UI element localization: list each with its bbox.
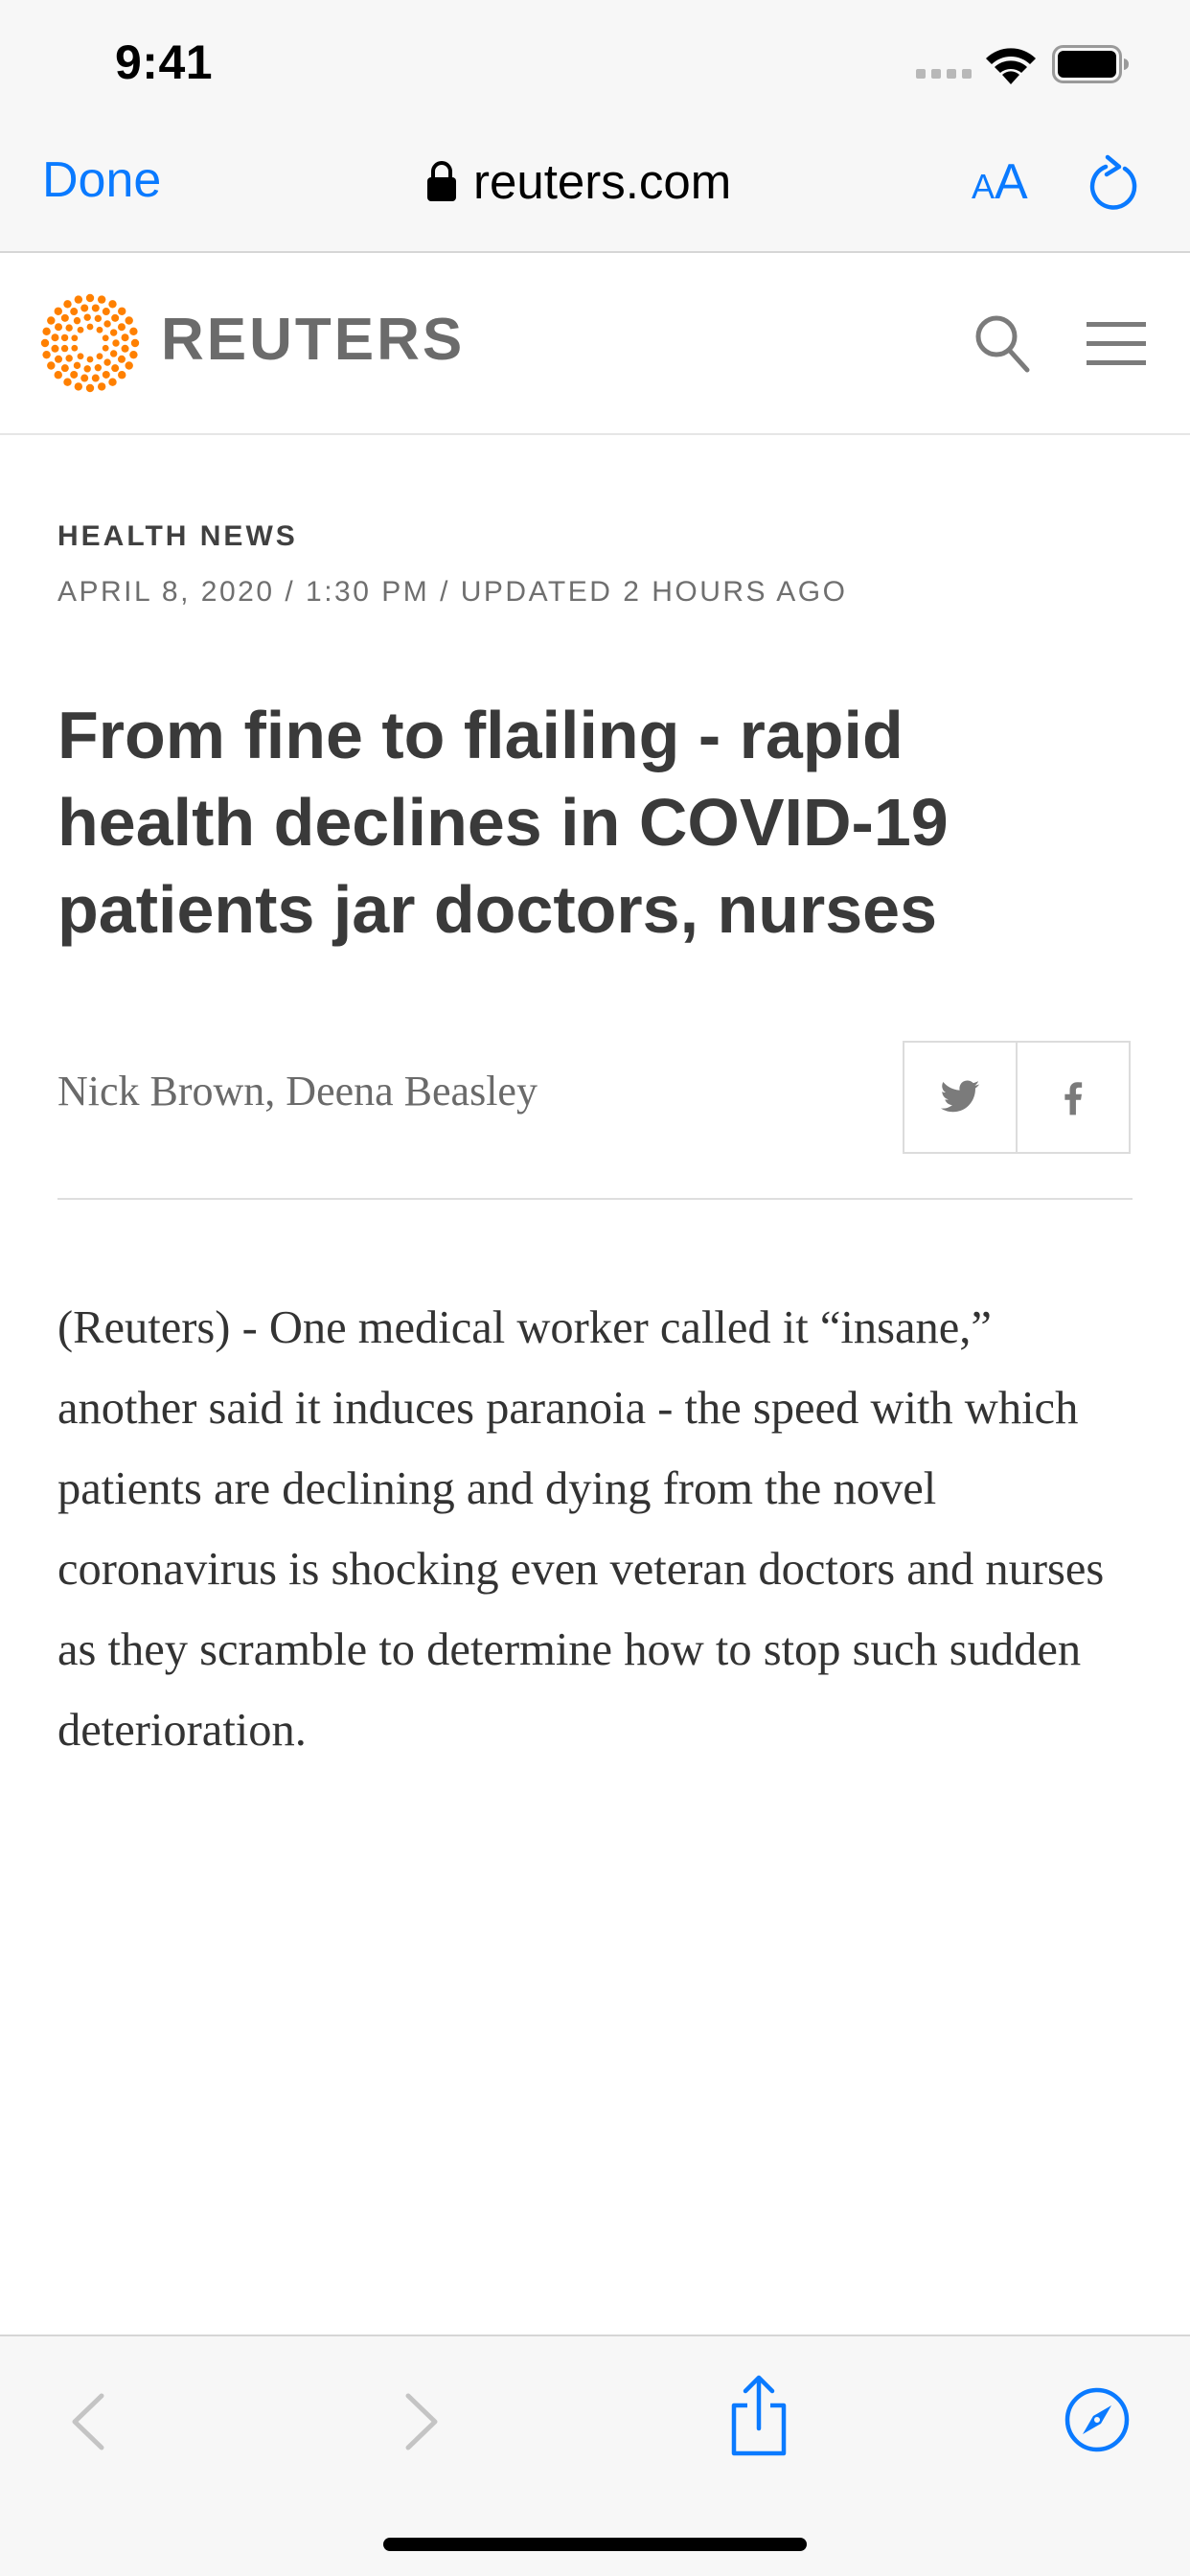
reuters-logo-text[interactable]: REUTERS xyxy=(161,306,465,374)
twitter-icon xyxy=(940,1080,980,1113)
byline[interactable]: Nick Brown, Deena Beasley xyxy=(57,1067,538,1116)
article-divider xyxy=(57,1198,1133,1200)
lock-icon xyxy=(427,161,456,201)
text-size-large-label: A xyxy=(995,154,1028,210)
compass-icon[interactable] xyxy=(1064,2386,1131,2453)
article-body: (Reuters) - One medical worker called it… xyxy=(57,1302,1105,1756)
battery-icon xyxy=(1052,45,1129,83)
back-icon[interactable] xyxy=(67,2392,109,2451)
section-label[interactable]: HEALTH NEWS xyxy=(57,520,298,553)
url-text: reuters.com xyxy=(473,153,732,209)
cellular-signal-icon xyxy=(916,69,972,79)
search-icon[interactable] xyxy=(973,312,1031,374)
status-time: 9:41 xyxy=(115,35,214,89)
browser-top-bar: 9:41 Done reuters.com AA xyxy=(0,0,1190,253)
text-size-small-label: A xyxy=(972,167,995,206)
done-button[interactable]: Done xyxy=(42,151,161,209)
menu-icon[interactable] xyxy=(1087,320,1146,368)
facebook-share-button[interactable] xyxy=(1016,1043,1129,1152)
reload-icon[interactable] xyxy=(1087,153,1140,211)
home-indicator xyxy=(383,2538,807,2551)
facebook-icon xyxy=(1064,1082,1083,1116)
text-size-button[interactable]: AA xyxy=(972,153,1028,211)
share-icon[interactable] xyxy=(726,2375,791,2457)
social-share-group xyxy=(903,1041,1131,1154)
reuters-logo-icon[interactable] xyxy=(40,293,140,393)
site-header: REUTERS xyxy=(0,253,1190,435)
article-headline: From fine to flailing - rapid health dec… xyxy=(57,698,949,947)
twitter-share-button[interactable] xyxy=(904,1043,1016,1152)
wifi-icon xyxy=(986,48,1036,84)
forward-icon[interactable] xyxy=(400,2392,443,2451)
address-bar[interactable]: reuters.com xyxy=(427,148,731,215)
dateline: APRIL 8, 2020 / 1:30 PM / UPDATED 2 HOUR… xyxy=(57,576,848,608)
